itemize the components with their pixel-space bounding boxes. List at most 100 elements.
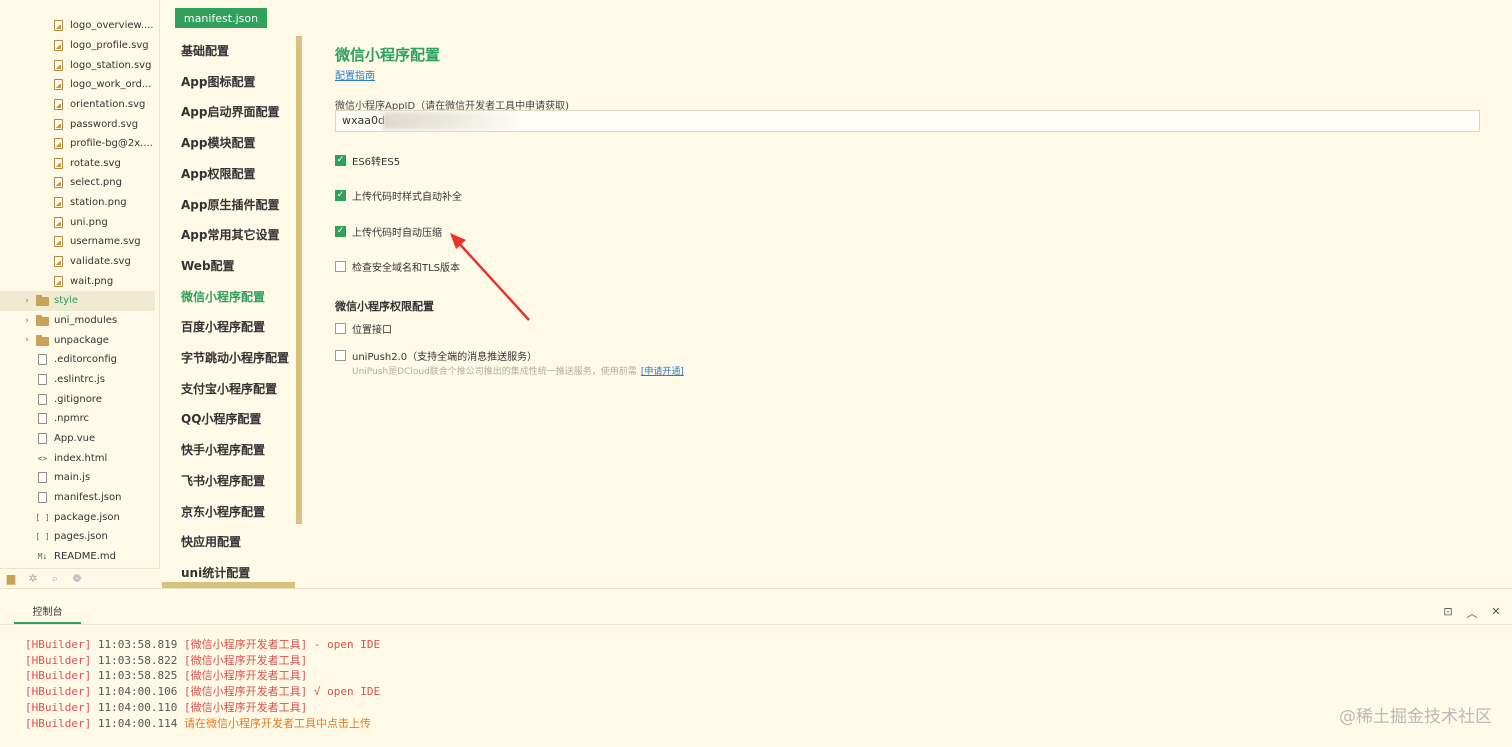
bracket-file-icon: [ ] xyxy=(35,512,50,522)
settings-nav-item[interactable]: uni统计配置 xyxy=(181,563,250,583)
checkbox-label: 上传代码时样式自动补全 xyxy=(352,191,462,203)
tree-item[interactable]: profile-bg@2x.... xyxy=(0,134,155,154)
settings-nav-item[interactable]: App启动界面配置 xyxy=(181,102,279,122)
folder-icon[interactable]: ▆ xyxy=(4,572,18,586)
settings-nav-item[interactable]: App模块配置 xyxy=(181,133,255,153)
config-guide-link[interactable]: 配置指南 xyxy=(335,67,375,82)
checkbox-checked[interactable]: ✓ xyxy=(335,225,346,237)
settings-nav-item[interactable]: 微信小程序配置 xyxy=(181,287,265,307)
annotation-arrow-line xyxy=(455,239,530,321)
tree-item[interactable]: rotate.svg xyxy=(0,154,155,174)
image-file-icon xyxy=(52,78,65,91)
tree-item[interactable]: logo_overview.... xyxy=(0,16,155,36)
tree-item[interactable]: station.png xyxy=(0,193,155,213)
tab-manifest-json[interactable]: manifest.json xyxy=(175,8,267,28)
tree-item[interactable]: select.png xyxy=(0,173,155,193)
tree-item[interactable]: .npmrc xyxy=(0,409,155,429)
checkbox-option[interactable]: uniPush2.0（支持全端的消息推送服务） xyxy=(335,348,537,363)
settings-nav-item[interactable]: 京东小程序配置 xyxy=(181,502,265,522)
markdown-file-icon: M↓ xyxy=(37,551,48,561)
folder-icon xyxy=(36,334,49,347)
tree-item[interactable]: › uni_modules xyxy=(0,311,155,331)
settings-nav-item[interactable]: App原生插件配置 xyxy=(181,195,279,215)
tree-item-label: package.json xyxy=(54,511,120,523)
log-time: 11:04:00.106 xyxy=(97,685,178,699)
tree-item[interactable]: manifest.json xyxy=(0,488,155,508)
tree-item[interactable]: › unpackage xyxy=(0,330,155,350)
code-file-icon: <> xyxy=(37,453,48,463)
tree-item[interactable]: logo_station.svg xyxy=(0,55,155,75)
tree-item[interactable]: [ ] pages.json xyxy=(0,527,155,547)
file-icon xyxy=(36,471,49,484)
settings-nav-item[interactable]: QQ小程序配置 xyxy=(181,409,261,429)
tree-item[interactable]: wait.png xyxy=(0,271,155,291)
bug-icon[interactable]: ✲ xyxy=(26,572,40,586)
log-time: 11:04:00.110 xyxy=(97,700,178,714)
settings-nav-item[interactable]: App权限配置 xyxy=(181,164,255,184)
tree-item-label: password.svg xyxy=(70,118,139,130)
tree-item-label: logo_overview.... xyxy=(70,20,154,32)
nav-scrollbar[interactable] xyxy=(296,36,302,524)
log-tag: [HBuilder] xyxy=(25,653,92,667)
tree-item[interactable]: password.svg xyxy=(0,114,155,134)
checkbox-option[interactable]: 位置接口 xyxy=(335,321,392,336)
chevron-right-icon[interactable]: › xyxy=(22,316,32,326)
tree-item-label: .editorconfig xyxy=(54,354,117,366)
tree-item[interactable]: logo_work_ord... xyxy=(0,75,155,95)
tree-item[interactable]: › style xyxy=(0,291,155,311)
page-title: 微信小程序配置 xyxy=(335,46,441,64)
settings-nav-item[interactable]: 飞书小程序配置 xyxy=(181,471,265,491)
checkbox-unchecked[interactable] xyxy=(335,322,346,334)
tree-item-label: .eslintrc.js xyxy=(54,373,105,385)
clear-console-icon[interactable]: ⊡ xyxy=(1441,605,1455,619)
checkbox-option[interactable]: ✓ ES6转ES5 xyxy=(335,153,400,168)
settings-nav-item[interactable]: App图标配置 xyxy=(181,72,255,92)
checkbox-option[interactable]: ✓ 上传代码时样式自动补全 xyxy=(335,188,462,203)
close-icon[interactable]: ✕ xyxy=(1489,605,1503,619)
tree-item[interactable]: <> index.html xyxy=(0,448,155,468)
tab-console[interactable]: 控制台 xyxy=(14,604,81,624)
checkbox-unchecked[interactable] xyxy=(335,349,346,361)
log-tag: [HBuilder] xyxy=(25,638,92,651)
tree-item-label: orientation.svg xyxy=(70,98,146,110)
settings-nav-item[interactable]: 快应用配置 xyxy=(181,532,241,552)
settings-nav-item[interactable]: 快手小程序配置 xyxy=(181,440,265,460)
settings-nav-item[interactable]: App常用其它设置 xyxy=(181,225,279,245)
checkbox-checked[interactable]: ✓ xyxy=(335,154,346,166)
chevron-right-icon[interactable]: › xyxy=(22,335,32,345)
tree-item[interactable]: M↓ README.md xyxy=(0,547,155,567)
checkbox-option[interactable]: ✓ 上传代码时自动压缩 xyxy=(335,224,442,239)
tree-item[interactable]: main.js xyxy=(0,468,155,488)
tree-item[interactable]: App.vue xyxy=(0,429,155,449)
settings-nav-item[interactable]: Web配置 xyxy=(181,256,235,276)
log-line: [HBuilder] 11:03:58.825 [微信小程序开发者工具] xyxy=(25,667,307,683)
tree-item[interactable]: [ ] package.json xyxy=(0,507,155,527)
apply-link[interactable]: [申请开通] xyxy=(641,367,684,377)
chevron-right-icon[interactable]: › xyxy=(22,296,32,306)
settings-nav-item[interactable]: 支付宝小程序配置 xyxy=(181,379,277,399)
checkbox-unchecked[interactable] xyxy=(335,260,346,272)
settings-nav-item[interactable]: 百度小程序配置 xyxy=(181,317,265,337)
file-icon xyxy=(36,373,49,386)
tree-item[interactable]: .eslintrc.js xyxy=(0,370,155,390)
settings-nav-item[interactable]: 字节跳动小程序配置 xyxy=(181,348,289,368)
settings-nav-item[interactable]: 基础配置 xyxy=(181,41,229,61)
tree-item-label: index.html xyxy=(54,452,108,464)
tree-item[interactable]: logo_profile.svg xyxy=(0,36,155,56)
plugin-icon[interactable]: ❁ xyxy=(70,572,84,586)
chevron-up-icon[interactable]: ︿ xyxy=(1465,605,1479,620)
tree-item[interactable]: .gitignore xyxy=(0,389,155,409)
search-icon[interactable]: ⌕ xyxy=(48,572,62,586)
tree-item[interactable]: orientation.svg xyxy=(0,95,155,115)
checkbox-checked[interactable]: ✓ xyxy=(335,189,346,201)
tree-item[interactable]: validate.svg xyxy=(0,252,155,272)
tree-item[interactable]: username.svg xyxy=(0,232,155,252)
tree-item[interactable]: uni.png xyxy=(0,213,155,233)
tree-item[interactable]: .editorconfig xyxy=(0,350,155,370)
tree-item-label: logo_work_ord... xyxy=(70,79,152,91)
watermark: @稀土掘金技术社区 xyxy=(1339,707,1492,727)
